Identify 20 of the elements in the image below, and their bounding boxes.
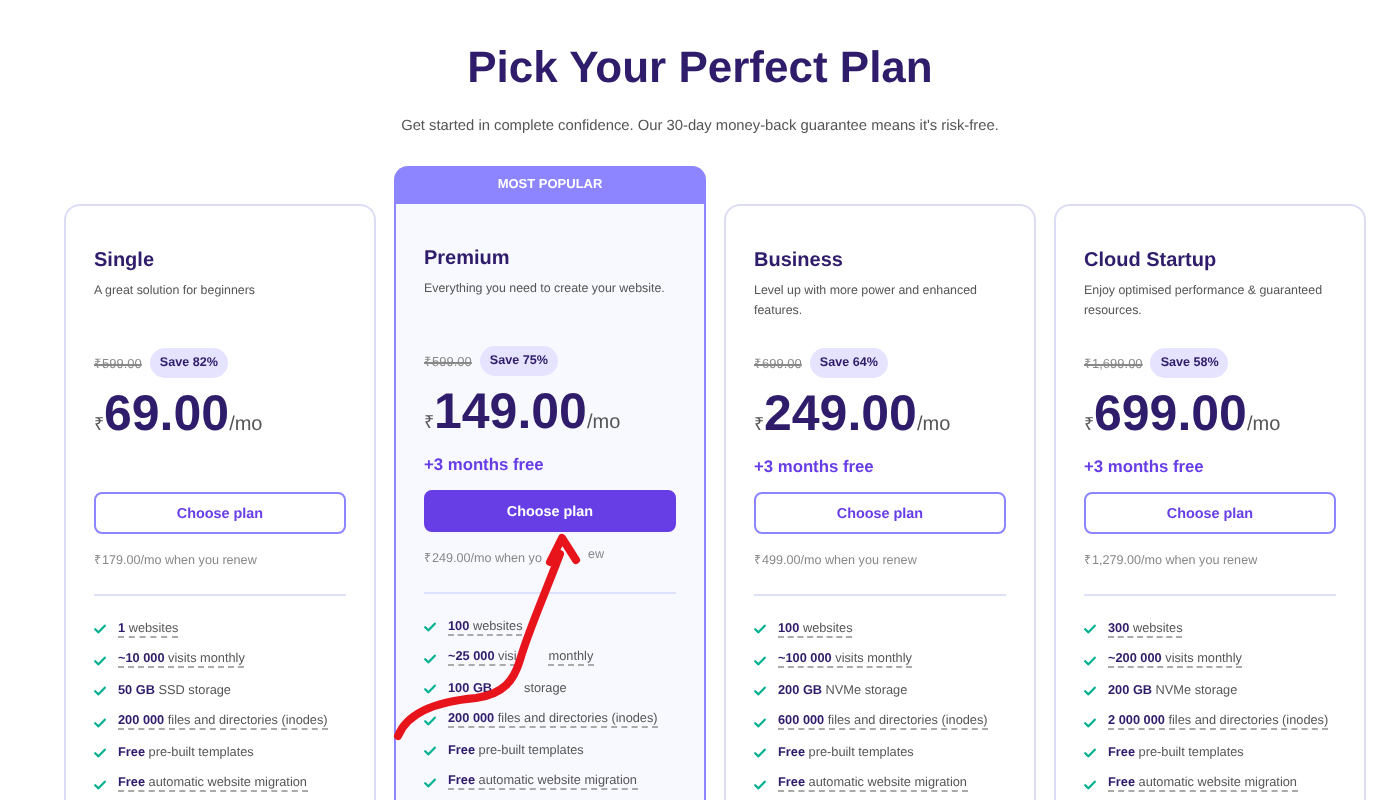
currency-symbol: ₹ [1084,412,1094,436]
price-period: /mo [916,414,951,436]
price-period: /mo [586,412,621,434]
page-title: Pick Your Perfect Plan [465,40,935,96]
price: 69.00 [104,386,230,442]
bonus-text: +3 months free [754,456,874,476]
plan-name: Business [754,248,845,276]
currency-symbol: ₹ [424,410,434,434]
price-period: /mo [229,414,263,436]
bonus-text: +3 months free [424,454,544,474]
currency-symbol: ₹ [754,412,764,436]
price: 249.00 [764,386,917,442]
plan-name: Cloud Startup [1084,248,1219,276]
price: 699.00 [1094,386,1247,442]
bonus-text: +3 months free [1084,456,1204,476]
price-period: /mo [1246,414,1281,436]
price: 149.00 [434,384,587,440]
currency-symbol: ₹ [94,412,104,436]
plan-name: Single [94,248,157,276]
plan-name: Premium [424,246,512,274]
